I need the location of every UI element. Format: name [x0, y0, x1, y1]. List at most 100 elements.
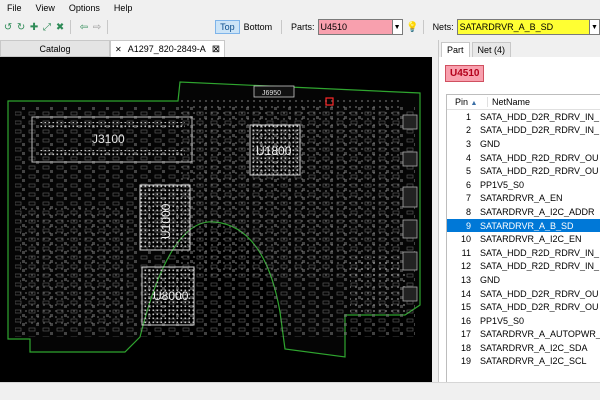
parts-label: Parts:	[291, 22, 315, 32]
tab-catalog-label: Catalog	[39, 43, 71, 54]
net-name: GND	[480, 138, 500, 149]
pin-number: 19	[460, 356, 471, 367]
pin-column-header[interactable]: Pin ▲	[447, 97, 487, 107]
table-row[interactable]: 6 PP1V5_S0	[447, 178, 600, 192]
table-row[interactable]: 17 SATARDRVR_A_AUTOPWR_I	[447, 328, 600, 342]
tab-net[interactable]: Net (4)	[471, 42, 512, 57]
pin-number: 11	[461, 247, 471, 258]
table-row[interactable]: 5 SATA_HDD_R2D_RDRV_OU	[447, 164, 600, 178]
close-tab-icon[interactable]: ⊠	[212, 44, 220, 55]
pin-table-body: 1 SATA_HDD_D2R_RDRV_IN_ 2 SATA_HDD_D2R_RDRV…	[447, 110, 600, 368]
nets-dropdown-icon[interactable]: ▼	[589, 19, 600, 35]
tab-board[interactable]: ✕ A1297_820-2849-A ⊠	[110, 40, 225, 57]
tab-catalog[interactable]: Catalog	[0, 40, 110, 57]
parts-dropdown-icon[interactable]: ▼	[392, 19, 403, 35]
component	[402, 151, 418, 167]
component	[402, 186, 418, 208]
net-name: SATA_HDD_D2R_RDRV_OU	[480, 302, 599, 313]
net-name: SATARDRVR_A_I2C_ADDR	[480, 206, 595, 217]
netname-column-header[interactable]: NetName	[487, 97, 600, 107]
panel-tabs: Part Net (4)	[439, 40, 600, 57]
board-canvas[interactable]: J3100 J6950 U1800 U1000 U8000	[0, 57, 432, 382]
u1800-label: U1800	[256, 144, 292, 158]
table-row[interactable]: 19 SATARDRVR_A_I2C_SCL	[447, 355, 600, 369]
board-view[interactable]: J3100 J6950 U1800 U1000 U8000	[0, 57, 432, 382]
net-name: SATARDRVR_A_B_SD	[480, 220, 574, 231]
table-row[interactable]: 1 SATA_HDD_D2R_RDRV_IN_	[447, 110, 600, 124]
net-name: SATARDRVR_A_I2C_SDA	[480, 342, 588, 353]
table-row[interactable]: 9 SATARDRVR_A_B_SD	[447, 218, 600, 233]
toolbar-separator	[107, 20, 108, 34]
pin-number: 17	[460, 329, 471, 340]
table-row[interactable]: 2 SATA_HDD_D2R_RDRV_IN_	[447, 124, 600, 138]
pin-number: 18	[460, 342, 471, 353]
menu-help[interactable]: Help	[107, 3, 140, 13]
selected-part-badge: U4510	[445, 65, 485, 82]
u8000-label: U8000	[153, 289, 189, 303]
pin-number: 1	[465, 111, 471, 122]
pin-table-header: Pin ▲ NetName	[447, 95, 600, 110]
toolbar: ↺ ↻ ✚ ⤢ ✖ ⇦ ⇨ Top Bottom Parts: U4510 ▼ …	[0, 16, 600, 38]
j3100-label: J3100	[92, 132, 125, 146]
document-tabs: Catalog ✕ A1297_820-2849-A ⊠	[0, 40, 432, 57]
table-row[interactable]: 11 SATA_HDD_R2D_RDRV_IN_	[447, 246, 600, 260]
bottom-side-button[interactable]: Bottom	[240, 21, 277, 33]
component	[402, 251, 418, 271]
table-row[interactable]: 8 SATARDRVR_A_I2C_ADDR	[447, 205, 600, 219]
pin-number: 12	[460, 261, 471, 272]
table-row[interactable]: 3 GND	[447, 137, 600, 151]
part-info-panel: Part Net (4) U4510 Pin ▲ NetName 1 SATA_H…	[438, 40, 600, 384]
pin-icon[interactable]: ✕	[115, 45, 122, 54]
pin-number: 2	[465, 125, 471, 136]
rotate-left-icon[interactable]: ↺	[3, 22, 13, 33]
pin-number: 4	[465, 152, 471, 163]
net-name: SATARDRVR_A_EN	[480, 193, 563, 204]
net-name: SATA_HDD_D2R_RDRV_IN_	[480, 125, 600, 136]
pin-number: 6	[465, 179, 471, 190]
back-arrow-icon[interactable]: ⇦	[79, 22, 89, 33]
zoom-in-icon[interactable]: ✚	[29, 22, 39, 33]
net-name: PP1V5_S0	[480, 179, 525, 190]
component	[402, 219, 418, 239]
forward-arrow-icon[interactable]: ⇨	[92, 22, 102, 33]
net-name: SATARDRVR_A_I2C_SCL	[480, 356, 587, 367]
table-row[interactable]: 16 PP1V5_S0	[447, 314, 600, 328]
parts-search-input[interactable]: U4510	[317, 19, 393, 35]
table-row[interactable]: 10 SATARDRVR_A_I2C_EN	[447, 232, 600, 246]
table-row[interactable]: 13 GND	[447, 273, 600, 287]
nets-search-input[interactable]: SATARDRVR_A_B_SD	[456, 19, 590, 35]
zoom-out-icon[interactable]: ✖	[55, 22, 65, 33]
pin-number: 13	[460, 274, 471, 285]
table-row[interactable]: 7 SATARDRVR_A_EN	[447, 192, 600, 206]
table-row[interactable]: 14 SATA_HDD_D2R_RDRV_OU	[447, 287, 600, 301]
status-bar	[0, 382, 600, 400]
menu-view[interactable]: View	[29, 3, 62, 13]
table-row[interactable]: 18 SATARDRVR_A_I2C_SDA	[447, 341, 600, 355]
menu-options[interactable]: Options	[62, 3, 107, 13]
pin-number: 15	[460, 302, 471, 313]
table-row[interactable]: 12 SATA_HDD_R2D_RDRV_IN_	[447, 260, 600, 274]
net-name: GND	[480, 274, 500, 285]
net-name: SATA_HDD_D2R_RDRV_OU	[480, 288, 599, 299]
toolbar-separator	[281, 20, 283, 34]
tab-part[interactable]: Part	[441, 42, 470, 57]
net-name: SATARDRVR_A_I2C_EN	[480, 234, 582, 245]
top-side-button[interactable]: Top	[215, 20, 240, 34]
pin-column-label: Pin	[455, 97, 469, 107]
component-field	[180, 97, 400, 277]
zoom-fit-icon[interactable]: ⤢	[42, 22, 52, 33]
pin-number: 8	[465, 206, 471, 217]
pin-number: 5	[465, 166, 471, 177]
net-name: SATA_HDD_R2D_RDRV_IN_	[480, 247, 600, 258]
menu-file[interactable]: File	[0, 3, 29, 13]
pin-number: 7	[465, 193, 471, 204]
component-field	[20, 207, 130, 327]
rotate-right-icon[interactable]: ↻	[16, 22, 26, 33]
table-row[interactable]: 15 SATA_HDD_D2R_RDRV_OU	[447, 300, 600, 314]
pin-number: 9	[465, 220, 471, 231]
toolbar-separator	[422, 20, 424, 34]
component	[402, 114, 418, 130]
lightbulb-icon[interactable]: 💡	[406, 22, 418, 33]
table-row[interactable]: 4 SATA_HDD_R2D_RDRV_OU	[447, 151, 600, 165]
pin-table: Pin ▲ NetName 1 SATA_HDD_D2R_RDRV_IN_ 2 SAT…	[446, 94, 600, 384]
